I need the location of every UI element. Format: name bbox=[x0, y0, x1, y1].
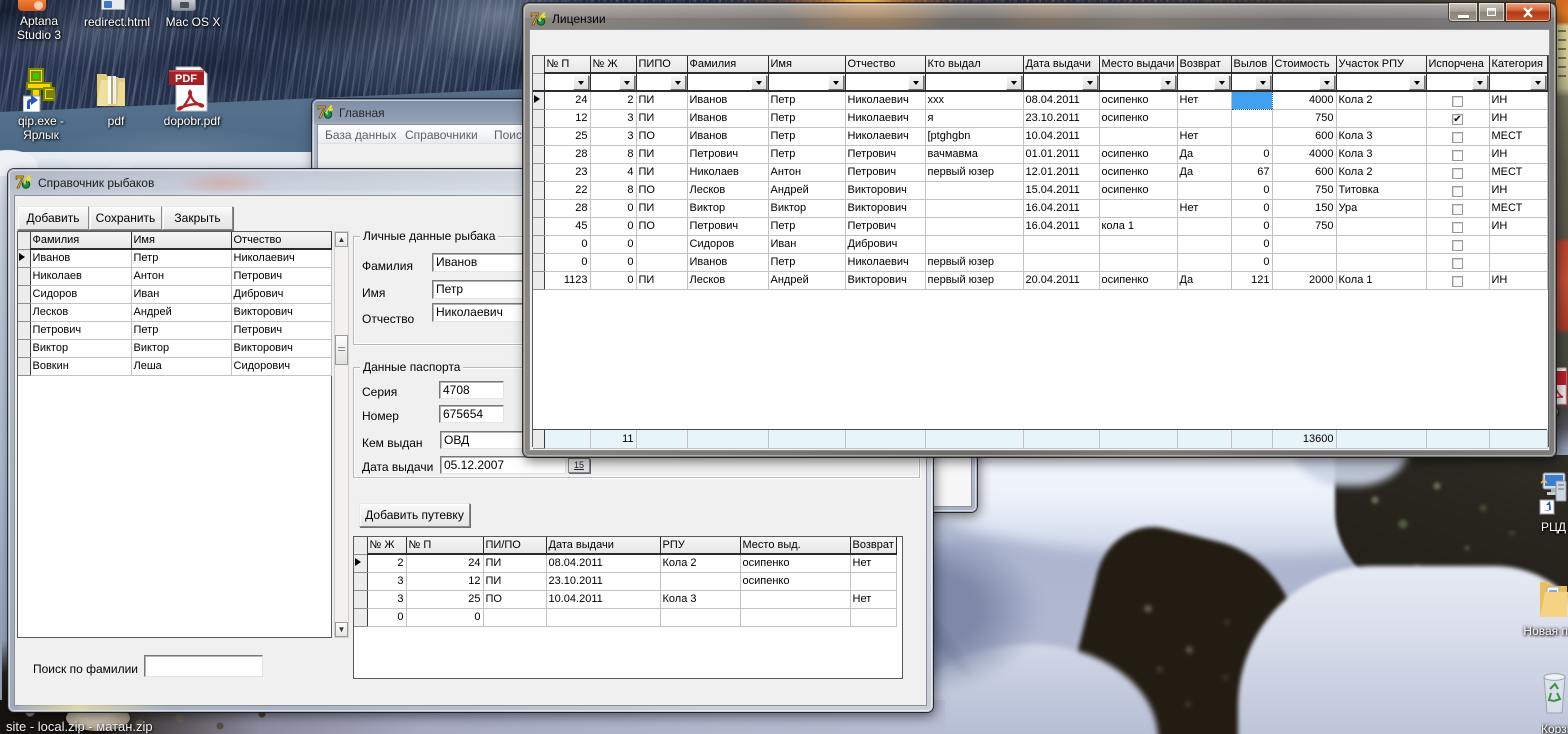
svg-text:PDF: PDF bbox=[175, 73, 197, 85]
